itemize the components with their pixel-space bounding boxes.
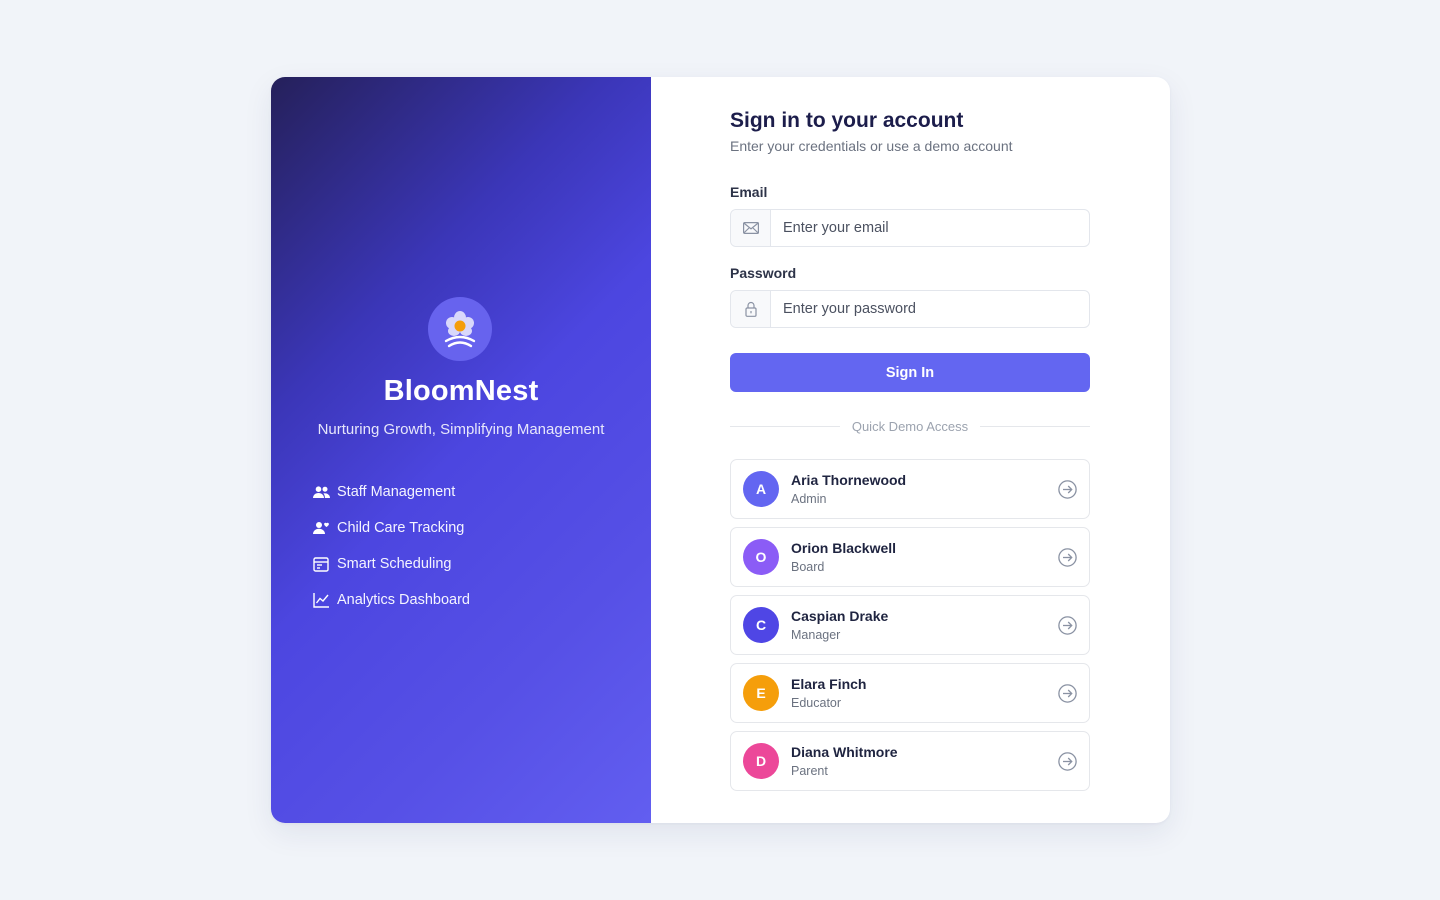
lock-icon <box>731 291 771 327</box>
avatar: A <box>743 471 779 507</box>
password-label: Password <box>730 265 797 281</box>
feature-smart-scheduling: Smart Scheduling <box>312 546 470 582</box>
demo-account-orion-blackwell[interactable]: O Orion Blackwell Board <box>730 527 1090 587</box>
demo-account-aria-thornewood[interactable]: A Aria Thornewood Admin <box>730 459 1090 519</box>
demo-account-caspian-drake[interactable]: C Caspian Drake Manager <box>730 595 1090 655</box>
brand-panel: BloomNest Nurturing Growth, Simplifying … <box>271 77 651 823</box>
demo-account-name: Caspian Drake <box>791 607 889 624</box>
users-icon <box>312 483 330 501</box>
feature-list: Staff Management Child Care Tracking Sma… <box>312 474 470 618</box>
user-heart-icon <box>312 519 330 537</box>
flower-logo-icon <box>444 311 476 348</box>
feature-label: Analytics Dashboard <box>337 592 470 608</box>
demo-account-name: Orion Blackwell <box>791 539 897 556</box>
divider-line <box>980 425 1091 427</box>
arrow-circle-right-icon[interactable] <box>1057 615 1077 635</box>
demo-account-role: Admin <box>791 491 827 506</box>
email-label: Email <box>730 184 768 200</box>
sign-in-button[interactable]: Sign In <box>730 353 1090 392</box>
feature-label: Staff Management <box>337 484 456 500</box>
brand-tagline: Nurturing Growth, Simplifying Management <box>317 421 605 438</box>
avatar: E <box>743 675 779 711</box>
feature-child-care-tracking: Child Care Tracking <box>312 510 470 546</box>
password-input-group <box>730 290 1090 328</box>
chart-line-icon <box>312 591 330 609</box>
page-title: Sign in to your account <box>730 109 964 132</box>
demo-account-diana-whitmore[interactable]: D Diana Whitmore Parent <box>730 731 1090 791</box>
demo-account-name: Aria Thornewood <box>791 471 907 488</box>
feature-staff-management: Staff Management <box>312 474 470 510</box>
calendar-icon <box>312 555 330 573</box>
divider-label: Quick Demo Access <box>851 418 969 434</box>
mail-icon <box>731 210 771 246</box>
feature-label: Child Care Tracking <box>337 520 465 536</box>
arrow-circle-right-icon[interactable] <box>1057 683 1077 703</box>
demo-account-text: Elara Finch Educator <box>791 675 1057 712</box>
password-input[interactable] <box>771 291 1089 327</box>
demo-account-text: Orion Blackwell Board <box>791 539 1057 576</box>
avatar: C <box>743 607 779 643</box>
demo-account-text: Aria Thornewood Admin <box>791 471 1057 508</box>
login-card: BloomNest Nurturing Growth, Simplifying … <box>271 77 1170 823</box>
feature-analytics-dashboard: Analytics Dashboard <box>312 582 470 618</box>
demo-account-name: Diana Whitmore <box>791 743 898 760</box>
brand-name: BloomNest <box>383 375 539 407</box>
email-input-group <box>730 209 1090 247</box>
demo-account-role: Educator <box>791 695 842 710</box>
page-subtitle: Enter your credentials or use a demo acc… <box>730 138 1013 154</box>
brand-logo <box>428 297 492 361</box>
demo-account-text: Diana Whitmore Parent <box>791 743 1057 780</box>
demo-account-role: Manager <box>791 627 841 642</box>
demo-account-role: Parent <box>791 763 828 778</box>
demo-account-role: Board <box>791 559 825 574</box>
demo-account-list: A Aria Thornewood Admin O Orion Blackwel… <box>730 459 1090 799</box>
quick-demo-divider: Quick Demo Access <box>730 417 1091 435</box>
signin-panel: Sign in to your account Enter your crede… <box>651 77 1170 823</box>
arrow-circle-right-icon[interactable] <box>1057 479 1077 499</box>
avatar: D <box>743 743 779 779</box>
arrow-circle-right-icon[interactable] <box>1057 751 1077 771</box>
demo-account-text: Caspian Drake Manager <box>791 607 1057 644</box>
demo-account-elara-finch[interactable]: E Elara Finch Educator <box>730 663 1090 723</box>
demo-account-name: Elara Finch <box>791 675 867 692</box>
arrow-circle-right-icon[interactable] <box>1057 547 1077 567</box>
avatar: O <box>743 539 779 575</box>
feature-label: Smart Scheduling <box>337 556 452 572</box>
divider-line <box>730 425 840 427</box>
email-input[interactable] <box>771 210 1089 246</box>
